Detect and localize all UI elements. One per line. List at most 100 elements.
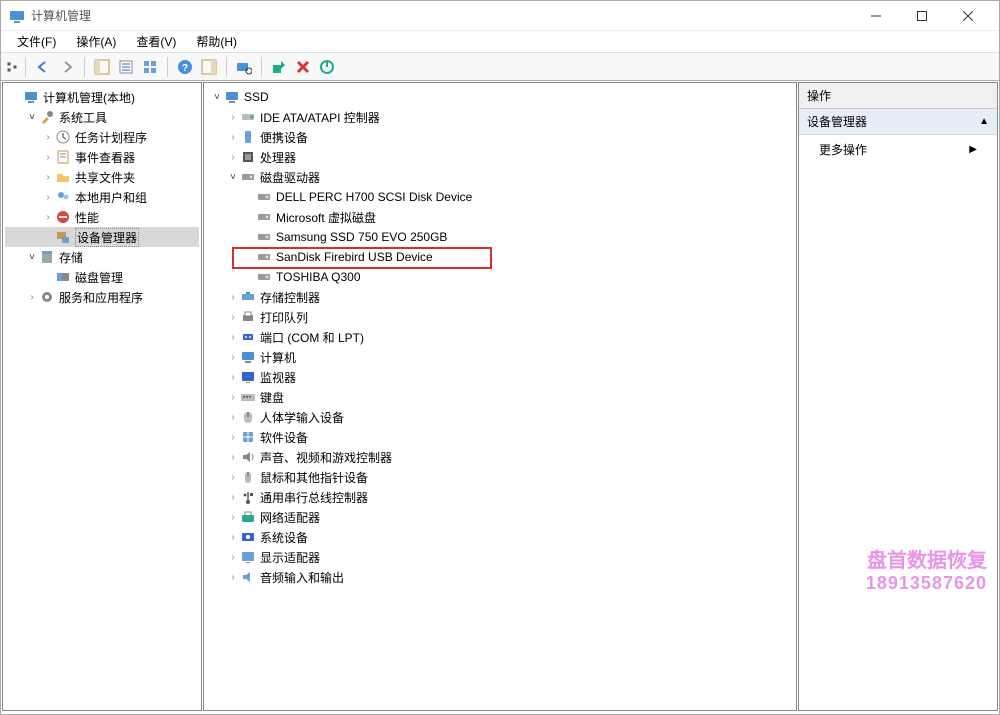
menu-view[interactable]: 查看(V)	[128, 31, 184, 52]
device-tree-item[interactable]: ›网络适配器	[206, 507, 794, 527]
forward-button[interactable]	[56, 56, 78, 78]
left-nav-tree[interactable]: 计算机管理(本地) ˅ 系统工具›任务计划程序›事件查看器›共享文件夹›本地用户和组…	[2, 82, 202, 711]
device-tree-item[interactable]: ›系统设备	[206, 527, 794, 547]
nav-tree-item[interactable]: ˅ 系统工具	[5, 107, 199, 127]
menu-help[interactable]: 帮助(H)	[188, 31, 245, 52]
show-hide-tree-button[interactable]	[91, 56, 113, 78]
tree-item-label: 通用串行总线控制器	[260, 489, 368, 506]
close-button[interactable]	[945, 1, 991, 31]
device-tree-item[interactable]: ›监视器	[206, 367, 794, 387]
expand-toggle[interactable]: ›	[226, 432, 240, 443]
separator	[84, 57, 85, 77]
nav-tree-item[interactable]: ›任务计划程序	[5, 127, 199, 147]
menu-file[interactable]: 文件(F)	[9, 31, 64, 52]
expand-toggle[interactable]: ›	[41, 132, 55, 143]
device-tree-item[interactable]: › 音频输入和输出	[206, 567, 794, 587]
expand-toggle[interactable]: ›	[25, 292, 39, 303]
expand-toggle[interactable]: ›	[226, 552, 240, 563]
update-driver-button[interactable]	[268, 56, 290, 78]
expand-toggle[interactable]: ›	[226, 372, 240, 383]
nav-tree-item[interactable]: 磁盘管理	[5, 267, 199, 287]
tree-item-label: 计算机管理(本地)	[43, 89, 135, 106]
nav-tree-item[interactable]: ˅存储	[5, 247, 199, 267]
nav-tree-item[interactable]: ›服务和应用程序	[5, 287, 199, 307]
device-tree-item[interactable]: Microsoft 虚拟磁盘	[206, 207, 794, 227]
view-options-button[interactable]	[139, 56, 161, 78]
device-tree-item[interactable]: TOSHIBA Q300	[206, 267, 794, 287]
tb-rebuild-icon[interactable]	[5, 56, 19, 78]
nav-tree-item[interactable]: 计算机管理(本地)	[5, 87, 199, 107]
device-tree-item[interactable]: ›鼠标和其他指针设备	[206, 467, 794, 487]
audio-icon	[240, 449, 256, 465]
device-tree-item[interactable]: Samsung SSD 750 EVO 250GB	[206, 227, 794, 247]
collapse-icon[interactable]: ▲	[979, 116, 989, 127]
actions-section-header[interactable]: 设备管理器 ▲	[799, 109, 997, 135]
device-tree-item[interactable]: ›人体学输入设备	[206, 407, 794, 427]
nav-tree-item[interactable]: ›共享文件夹	[5, 167, 199, 187]
device-tree-item[interactable]: › 打印队列	[206, 307, 794, 327]
device-tree-item[interactable]: ›便携设备	[206, 127, 794, 147]
expand-toggle[interactable]: ›	[226, 532, 240, 543]
minimize-button[interactable]	[853, 1, 899, 31]
expand-toggle[interactable]: ›	[226, 492, 240, 503]
properties-button[interactable]	[115, 56, 137, 78]
tree-item-label: 打印队列	[260, 309, 308, 326]
device-tree-item[interactable]: ›显示适配器	[206, 547, 794, 567]
nav-tree-item[interactable]: ›性能	[5, 207, 199, 227]
maximize-button[interactable]	[899, 1, 945, 31]
device-tree-item[interactable]: DELL PERC H700 SCSI Disk Device	[206, 187, 794, 207]
uninstall-device-button[interactable]	[292, 56, 314, 78]
expand-toggle[interactable]: ˅	[25, 252, 39, 263]
expand-toggle[interactable]: ›	[226, 152, 240, 163]
device-tree-item[interactable]: SanDisk Firebird USB Device	[206, 247, 794, 267]
expand-toggle[interactable]: ›	[226, 112, 240, 123]
expand-toggle[interactable]: ›	[226, 452, 240, 463]
scan-hardware-button[interactable]	[233, 56, 255, 78]
device-tree-item[interactable]: ›端口 (COM 和 LPT)	[206, 327, 794, 347]
tree-item-label: 软件设备	[260, 429, 308, 446]
device-tree-item[interactable]: › 软件设备	[206, 427, 794, 447]
storage-icon	[39, 249, 55, 265]
nav-tree-item[interactable]: ›本地用户和组	[5, 187, 199, 207]
device-tree-item[interactable]: ˅SSD	[206, 87, 794, 107]
expand-toggle[interactable]: ›	[226, 312, 240, 323]
computer-icon	[224, 89, 240, 105]
expand-toggle[interactable]: ›	[41, 192, 55, 203]
back-button[interactable]	[32, 56, 54, 78]
expand-toggle[interactable]: ›	[41, 152, 55, 163]
more-actions-row[interactable]: 更多操作 ▶	[799, 135, 997, 164]
device-tree-item[interactable]: ›处理器	[206, 147, 794, 167]
expand-toggle[interactable]: ›	[226, 572, 240, 583]
expand-toggle[interactable]: ˅	[210, 92, 224, 103]
device-tree-item[interactable]: ›IDE ATA/ATAPI 控制器	[206, 107, 794, 127]
device-tree-item[interactable]: ›计算机	[206, 347, 794, 367]
menu-action[interactable]: 操作(A)	[68, 31, 124, 52]
nav-tree-item[interactable]: 设备管理器	[5, 227, 199, 247]
expand-toggle[interactable]: ›	[226, 512, 240, 523]
disable-device-button[interactable]	[316, 56, 338, 78]
expand-toggle[interactable]: ›	[226, 132, 240, 143]
expand-toggle[interactable]: ›	[226, 292, 240, 303]
expand-toggle[interactable]: ›	[41, 212, 55, 223]
device-tree-item[interactable]: ›声音、视频和游戏控制器	[206, 447, 794, 467]
device-tree-pane[interactable]: ˅SSD›IDE ATA/ATAPI 控制器›便携设备›处理器˅磁盘驱动器DEL…	[203, 82, 797, 711]
expand-toggle[interactable]: ›	[226, 472, 240, 483]
actions-pane: 操作 设备管理器 ▲ 更多操作 ▶	[798, 82, 998, 711]
tree-item-label: 系统工具	[59, 109, 107, 126]
expand-toggle[interactable]: ˅	[226, 172, 240, 183]
device-tree-item[interactable]: › 通用串行总线控制器	[206, 487, 794, 507]
device-tree-item[interactable]: ˅磁盘驱动器	[206, 167, 794, 187]
expand-toggle[interactable]: ›	[226, 332, 240, 343]
expand-toggle[interactable]: ›	[226, 412, 240, 423]
action-pane-button[interactable]	[198, 56, 220, 78]
expand-toggle[interactable]: ›	[226, 352, 240, 363]
expand-toggle[interactable]: ›	[41, 172, 55, 183]
nav-tree-item[interactable]: ›事件查看器	[5, 147, 199, 167]
device-tree-item[interactable]: ›键盘	[206, 387, 794, 407]
help-button[interactable]: ?	[174, 56, 196, 78]
device-tree-item[interactable]: ›存储控制器	[206, 287, 794, 307]
tree-item-label: SanDisk Firebird USB Device	[276, 250, 433, 264]
tree-item-label: 音频输入和输出	[260, 569, 344, 586]
expand-toggle[interactable]: ›	[226, 392, 240, 403]
expand-toggle[interactable]: ˅	[25, 112, 39, 123]
